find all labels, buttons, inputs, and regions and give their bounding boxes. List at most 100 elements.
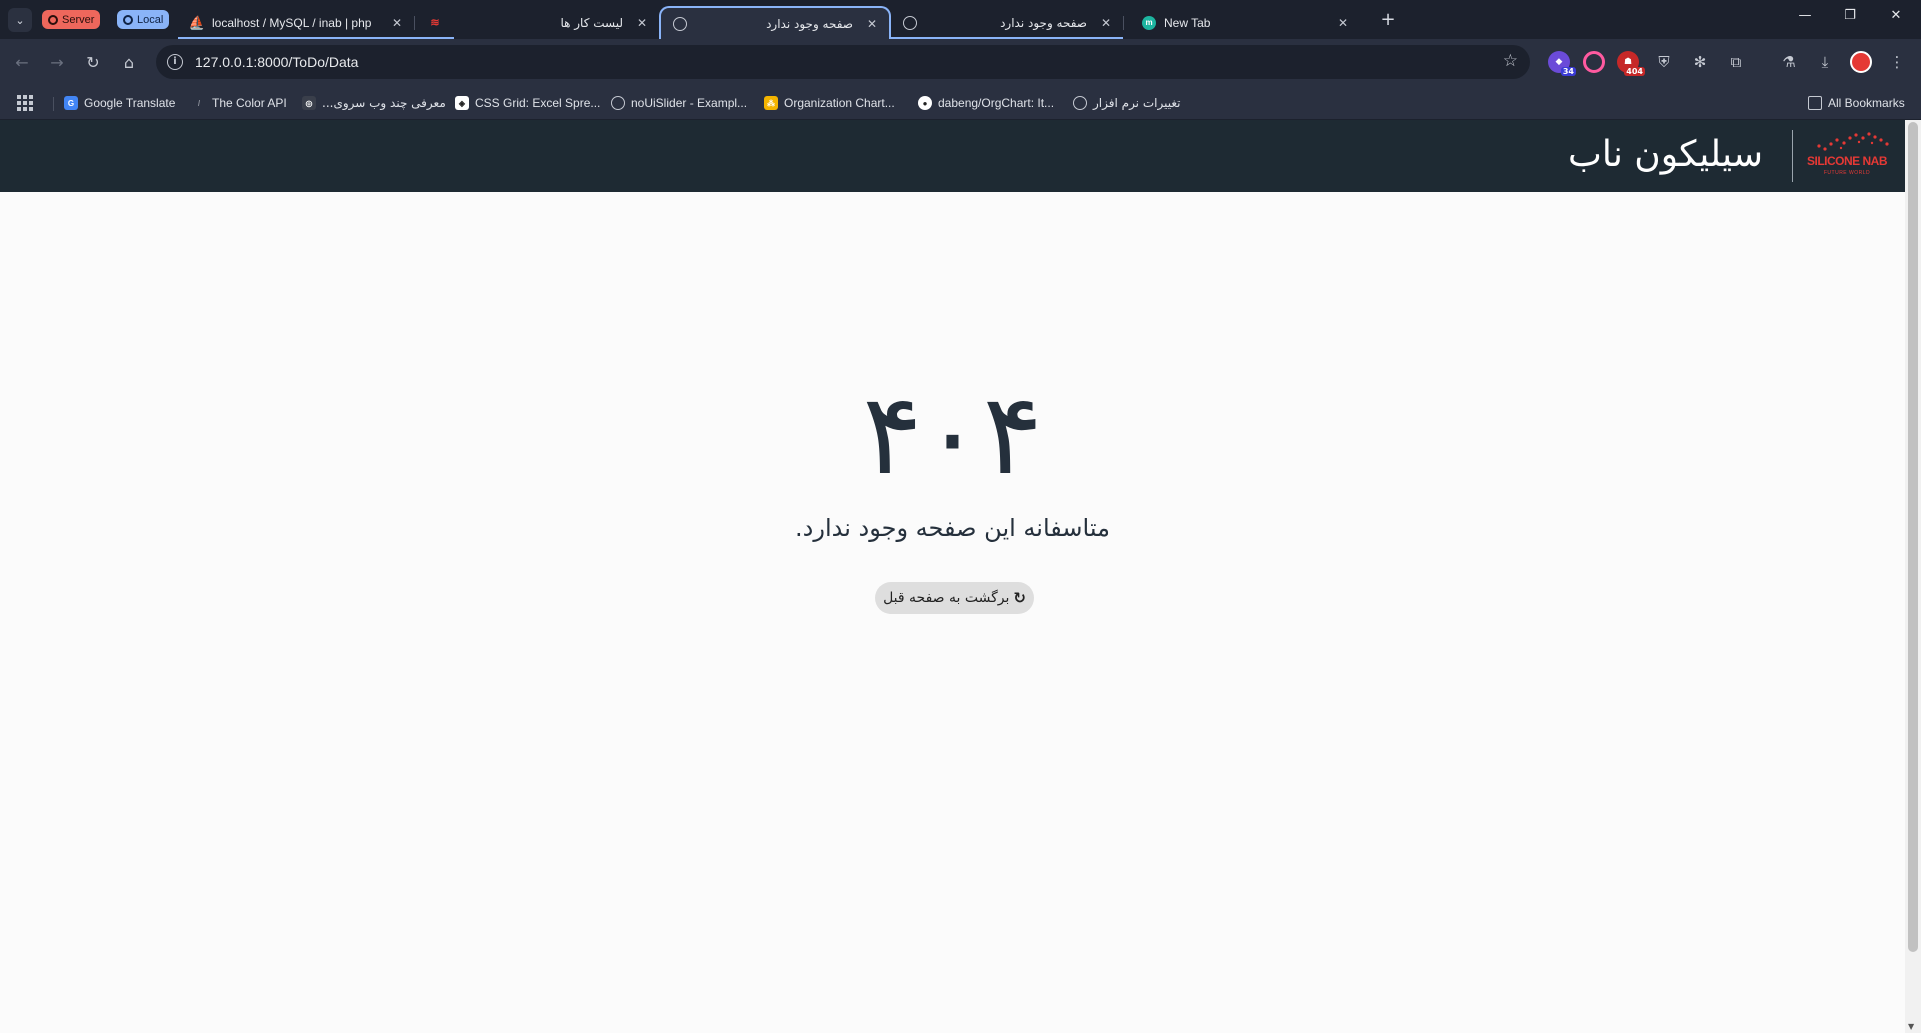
restore-icon[interactable]: ❐	[1840, 8, 1860, 23]
phpmyadmin-icon: ⛵	[188, 14, 206, 30]
tab-new-tab[interactable]: m New Tab ✕	[1130, 6, 1360, 39]
extension-badge: 404	[1624, 67, 1645, 76]
all-bookmarks-button[interactable]: All Bookmarks	[1808, 94, 1905, 112]
tab-search-button[interactable]: ⌄	[8, 8, 32, 32]
circle-logo-icon: ◎	[302, 96, 316, 110]
error-message: متاسفانه این صفحه وجود ندارد.	[795, 514, 1110, 542]
window-close-icon[interactable]: ✕	[1886, 8, 1906, 23]
bookmark-web-services[interactable]: ◎ معرفی چند وب سروی...	[302, 94, 446, 112]
bookmarks-bar: G Google Translate / The Color API ◎ معر…	[0, 86, 1921, 120]
close-icon[interactable]: ✕	[1097, 16, 1115, 30]
labs-flask-icon[interactable]: ⚗	[1778, 51, 1800, 73]
browser-toolbar: ← → ↻ ⌂ i ☆ ◆34 ☗404 ⛨ ✻ ⧉ ⚗ ⤓ ⋮	[0, 39, 1921, 86]
bookmarks-separator	[53, 97, 54, 111]
brand-logo[interactable]: SILICONE NAB FUTURE WORLD	[1797, 128, 1897, 184]
close-icon[interactable]: ✕	[1334, 16, 1352, 30]
scroll-down-arrow-icon[interactable]: ▼	[1908, 1022, 1914, 1031]
site-logo-icon: ≋	[430, 17, 440, 29]
globe-icon	[611, 96, 625, 110]
close-icon[interactable]: ✕	[863, 17, 881, 31]
go-back-button[interactable]: ↻ برگشت به صفحه قبل	[875, 582, 1034, 614]
tab-group-server[interactable]: Server	[42, 10, 101, 29]
tab-not-found-active[interactable]: صفحه وجود ندارد ✕	[659, 6, 891, 39]
bookmark-label: dabeng/OrgChart: It...	[938, 96, 1055, 110]
tab-site-logo[interactable]: ≋	[414, 6, 454, 39]
bookmark-css-grid[interactable]: ◈ CSS Grid: Excel Spre...	[455, 94, 600, 112]
chevron-down-icon: ⌄	[15, 13, 25, 27]
globe-icon	[673, 16, 687, 31]
go-back-label: برگشت به صفحه قبل	[883, 590, 1010, 606]
bookmark-github-orgchart[interactable]: ● dabeng/OrgChart: It...	[918, 94, 1054, 112]
site-info-icon[interactable]: i	[167, 54, 183, 70]
scrollbar-thumb[interactable]	[1908, 122, 1918, 952]
bookmark-software-changes[interactable]: تغییرات نرم افزار	[1073, 94, 1180, 112]
tab-not-found[interactable]: صفحه وجود ندارد ✕	[891, 6, 1124, 39]
puzzle-icon[interactable]: ⧉	[1725, 51, 1747, 73]
tab-title: localhost / MySQL / inab | php	[212, 15, 372, 30]
logo-text: SILICONE NAB	[1806, 154, 1888, 168]
kebab-menu-icon[interactable]: ⋮	[1886, 51, 1908, 73]
reload-icon[interactable]: ↻	[81, 51, 105, 75]
bookmark-color-api[interactable]: / The Color API	[192, 94, 287, 112]
minimize-icon[interactable]: —	[1795, 8, 1815, 23]
tab-title: صفحه وجود ندارد	[1000, 15, 1087, 30]
org-chart-icon: ⁂	[764, 96, 778, 110]
group-status-icon	[48, 14, 58, 25]
logo-subtext: FUTURE WORLD	[1823, 170, 1871, 176]
back-arrow-icon[interactable]: ←	[10, 51, 34, 75]
bookmark-label: All Bookmarks	[1828, 96, 1905, 110]
tab-group-label: Server	[62, 13, 95, 26]
extension-404-icon[interactable]: ☗ 404	[1617, 51, 1645, 76]
apps-grid-icon[interactable]	[17, 95, 33, 111]
site-header: سیلیکون ناب SILICONE NAB FUTURE WORLD	[0, 120, 1905, 192]
globe-icon	[1073, 96, 1087, 110]
new-tab-button[interactable]: +	[1377, 9, 1399, 30]
bookmark-star-icon[interactable]: ☆	[1503, 51, 1518, 71]
extension-shield-icon[interactable]: ⛨	[1653, 51, 1675, 73]
close-icon[interactable]: ✕	[633, 16, 651, 30]
extension-gear-icon[interactable]: ✻	[1689, 51, 1711, 73]
header-divider	[1792, 130, 1793, 182]
bookmark-google-translate[interactable]: G Google Translate	[64, 94, 175, 112]
tab-group-label: Local	[137, 13, 164, 26]
extension-color-ring-icon[interactable]	[1583, 51, 1605, 73]
tab-todo-list[interactable]: لیست کار ها ✕	[454, 6, 659, 39]
slash-icon: /	[197, 98, 201, 108]
github-icon: ●	[918, 96, 932, 110]
tab-title: صفحه وجود ندارد	[766, 16, 853, 31]
google-translate-icon: G	[64, 96, 78, 110]
bookmark-label: Google Translate	[84, 96, 176, 110]
error-code: ۴۰۴	[862, 370, 1043, 500]
bookmark-label: معرفی چند وب سروی...	[322, 96, 446, 110]
folder-icon	[1808, 96, 1822, 110]
bookmark-label: CSS Grid: Excel Spre...	[475, 96, 601, 110]
extension-purple-icon[interactable]: ◆ 34	[1548, 51, 1576, 76]
tab-strip: ⌄ Server Local ⛵ localhost / MySQL / ina…	[0, 0, 1921, 39]
extension-badge: 34	[1560, 67, 1576, 76]
url-input[interactable]	[195, 54, 1395, 70]
brand-name[interactable]: سیلیکون ناب	[1568, 132, 1763, 178]
undo-arrow-icon: ↻	[1013, 589, 1026, 607]
group-status-icon	[123, 14, 133, 25]
page-scrollbar[interactable]: ▼	[1905, 120, 1921, 1033]
bookmark-label: noUiSlider - Exampl...	[631, 96, 748, 110]
bookmark-nouislider[interactable]: noUiSlider - Exampl...	[611, 94, 747, 112]
bookmark-organization-chart[interactable]: ⁂ Organization Chart...	[764, 94, 895, 112]
tab-title: New Tab	[1164, 15, 1211, 30]
tab-group-local[interactable]: Local	[117, 10, 170, 29]
tab-phpmyadmin[interactable]: ⛵ localhost / MySQL / inab | php ✕	[178, 6, 415, 39]
home-icon[interactable]: ⌂	[117, 51, 141, 75]
globe-icon	[903, 15, 917, 30]
download-icon[interactable]: ⤓	[1814, 51, 1836, 73]
m-icon: m	[1142, 15, 1156, 30]
close-icon[interactable]: ✕	[388, 16, 406, 30]
tab-separator	[1123, 16, 1124, 30]
tab-title: لیست کار ها	[560, 15, 623, 30]
bookmark-label: تغییرات نرم افزار	[1093, 96, 1181, 110]
profile-icon[interactable]	[1850, 51, 1872, 73]
forward-arrow-icon[interactable]: →	[45, 51, 69, 75]
bookmark-label: Organization Chart...	[784, 96, 895, 110]
codepen-icon: ◈	[455, 96, 469, 110]
bookmark-label: The Color API	[212, 96, 287, 110]
address-bar[interactable]: i ☆	[156, 45, 1530, 79]
